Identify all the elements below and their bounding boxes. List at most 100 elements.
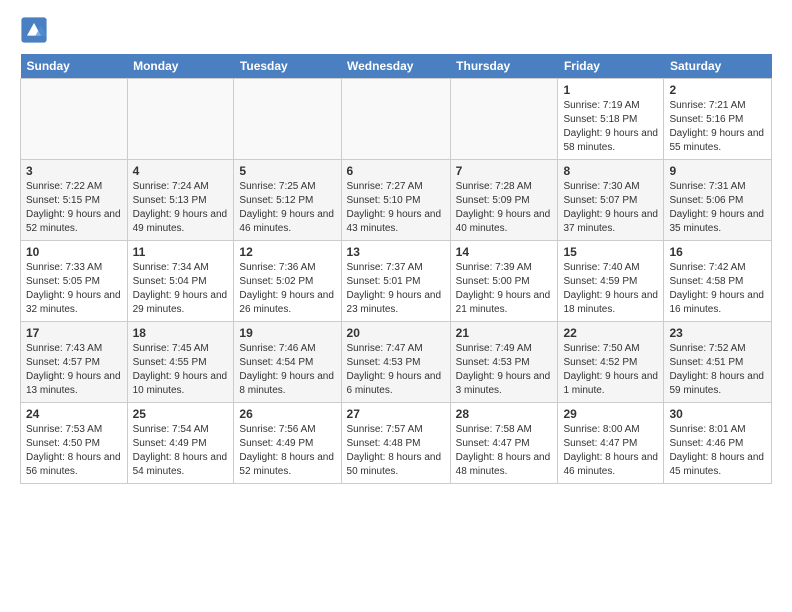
day-number: 7 [456,164,553,178]
calendar-day-cell [341,79,450,160]
day-info: Sunrise: 7:39 AM Sunset: 5:00 PM Dayligh… [456,261,553,317]
calendar-day-cell: 2 Sunrise: 7:21 AM Sunset: 5:16 PM Daylig… [664,79,772,160]
day-number: 13 [347,245,445,259]
day-number: 24 [26,407,122,421]
weekday-header-row: SundayMondayTuesdayWednesdayThursdayFrid… [21,54,772,79]
weekday-header: Thursday [450,54,558,79]
day-number: 26 [239,407,335,421]
day-info: Sunrise: 7:49 AM Sunset: 4:53 PM Dayligh… [456,342,553,398]
calendar-week-row: 3 Sunrise: 7:22 AM Sunset: 5:15 PM Daylig… [21,160,772,241]
calendar-day-cell: 12 Sunrise: 7:36 AM Sunset: 5:02 PM Dayli… [234,241,341,322]
day-info: Sunrise: 7:33 AM Sunset: 5:05 PM Dayligh… [26,261,122,317]
day-info: Sunrise: 7:21 AM Sunset: 5:16 PM Dayligh… [669,99,766,155]
day-info: Sunrise: 7:34 AM Sunset: 5:04 PM Dayligh… [133,261,229,317]
logo-icon [20,16,48,44]
calendar-day-cell [21,79,128,160]
day-info: Sunrise: 7:19 AM Sunset: 5:18 PM Dayligh… [563,99,658,155]
day-info: Sunrise: 7:58 AM Sunset: 4:47 PM Dayligh… [456,423,553,479]
day-info: Sunrise: 7:46 AM Sunset: 4:54 PM Dayligh… [239,342,335,398]
day-info: Sunrise: 7:54 AM Sunset: 4:49 PM Dayligh… [133,423,229,479]
calendar-day-cell: 4 Sunrise: 7:24 AM Sunset: 5:13 PM Daylig… [127,160,234,241]
logo [20,16,52,44]
calendar-day-cell: 7Sunrise: 7:28 AM Sunset: 5:09 PM Daylig… [450,160,558,241]
day-info: Sunrise: 7:57 AM Sunset: 4:48 PM Dayligh… [347,423,445,479]
calendar-day-cell: 5 Sunrise: 7:25 AM Sunset: 5:12 PM Daylig… [234,160,341,241]
calendar-day-cell: 11 Sunrise: 7:34 AM Sunset: 5:04 PM Dayli… [127,241,234,322]
calendar-week-row: 17 Sunrise: 7:43 AM Sunset: 4:57 PM Dayli… [21,322,772,403]
calendar-week-row: 24Sunrise: 7:53 AM Sunset: 4:50 PM Dayli… [21,403,772,484]
day-info: Sunrise: 7:31 AM Sunset: 5:06 PM Dayligh… [669,180,766,236]
day-number: 29 [563,407,658,421]
calendar-day-cell: 26 Sunrise: 7:56 AM Sunset: 4:49 PM Dayli… [234,403,341,484]
calendar-day-cell: 24Sunrise: 7:53 AM Sunset: 4:50 PM Dayli… [21,403,128,484]
calendar-day-cell: 16 Sunrise: 7:42 AM Sunset: 4:58 PM Dayli… [664,241,772,322]
calendar-week-row: 10 Sunrise: 7:33 AM Sunset: 5:05 PM Dayli… [21,241,772,322]
calendar-day-cell: 1 Sunrise: 7:19 AM Sunset: 5:18 PM Daylig… [558,79,664,160]
day-number: 4 [133,164,229,178]
calendar-day-cell: 8 Sunrise: 7:30 AM Sunset: 5:07 PM Daylig… [558,160,664,241]
calendar-day-cell: 27 Sunrise: 7:57 AM Sunset: 4:48 PM Dayli… [341,403,450,484]
day-info: Sunrise: 7:27 AM Sunset: 5:10 PM Dayligh… [347,180,445,236]
day-info: Sunrise: 7:36 AM Sunset: 5:02 PM Dayligh… [239,261,335,317]
day-info: Sunrise: 7:45 AM Sunset: 4:55 PM Dayligh… [133,342,229,398]
day-number: 3 [26,164,122,178]
day-info: Sunrise: 7:37 AM Sunset: 5:01 PM Dayligh… [347,261,445,317]
day-info: Sunrise: 8:00 AM Sunset: 4:47 PM Dayligh… [563,423,658,479]
day-number: 27 [347,407,445,421]
calendar-day-cell: 19 Sunrise: 7:46 AM Sunset: 4:54 PM Dayli… [234,322,341,403]
day-info: Sunrise: 8:01 AM Sunset: 4:46 PM Dayligh… [669,423,766,479]
calendar-day-cell: 20 Sunrise: 7:47 AM Sunset: 4:53 PM Dayli… [341,322,450,403]
day-number: 5 [239,164,335,178]
calendar-day-cell: 21 Sunrise: 7:49 AM Sunset: 4:53 PM Dayli… [450,322,558,403]
day-info: Sunrise: 7:43 AM Sunset: 4:57 PM Dayligh… [26,342,122,398]
weekday-header: Monday [127,54,234,79]
day-info: Sunrise: 7:24 AM Sunset: 5:13 PM Dayligh… [133,180,229,236]
calendar-day-cell: 15Sunrise: 7:40 AM Sunset: 4:59 PM Dayli… [558,241,664,322]
day-info: Sunrise: 7:22 AM Sunset: 5:15 PM Dayligh… [26,180,122,236]
day-number: 11 [133,245,229,259]
calendar-day-cell: 10 Sunrise: 7:33 AM Sunset: 5:05 PM Dayli… [21,241,128,322]
calendar-day-cell [234,79,341,160]
day-info: Sunrise: 7:42 AM Sunset: 4:58 PM Dayligh… [669,261,766,317]
calendar-week-row: 1 Sunrise: 7:19 AM Sunset: 5:18 PM Daylig… [21,79,772,160]
day-info: Sunrise: 7:47 AM Sunset: 4:53 PM Dayligh… [347,342,445,398]
day-number: 21 [456,326,553,340]
day-number: 8 [563,164,658,178]
calendar-day-cell: 13 Sunrise: 7:37 AM Sunset: 5:01 PM Dayli… [341,241,450,322]
page: SundayMondayTuesdayWednesdayThursdayFrid… [0,0,792,494]
day-number: 2 [669,83,766,97]
day-number: 22 [563,326,658,340]
calendar-day-cell: 9 Sunrise: 7:31 AM Sunset: 5:06 PM Daylig… [664,160,772,241]
calendar-day-cell: 14 Sunrise: 7:39 AM Sunset: 5:00 PM Dayli… [450,241,558,322]
day-number: 25 [133,407,229,421]
day-number: 17 [26,326,122,340]
day-number: 28 [456,407,553,421]
day-info: Sunrise: 7:25 AM Sunset: 5:12 PM Dayligh… [239,180,335,236]
weekday-header: Sunday [21,54,128,79]
day-number: 20 [347,326,445,340]
calendar-day-cell: 30 Sunrise: 8:01 AM Sunset: 4:46 PM Dayli… [664,403,772,484]
day-number: 12 [239,245,335,259]
day-info: Sunrise: 7:50 AM Sunset: 4:52 PM Dayligh… [563,342,658,398]
day-number: 30 [669,407,766,421]
day-info: Sunrise: 7:56 AM Sunset: 4:49 PM Dayligh… [239,423,335,479]
header [20,16,772,44]
day-info: Sunrise: 7:30 AM Sunset: 5:07 PM Dayligh… [563,180,658,236]
calendar-day-cell: 6 Sunrise: 7:27 AM Sunset: 5:10 PM Daylig… [341,160,450,241]
day-number: 19 [239,326,335,340]
day-number: 18 [133,326,229,340]
day-number: 1 [563,83,658,97]
day-info: Sunrise: 7:52 AM Sunset: 4:51 PM Dayligh… [669,342,766,398]
calendar-day-cell: 3 Sunrise: 7:22 AM Sunset: 5:15 PM Daylig… [21,160,128,241]
calendar-day-cell [127,79,234,160]
calendar-day-cell: 25 Sunrise: 7:54 AM Sunset: 4:49 PM Dayli… [127,403,234,484]
day-number: 23 [669,326,766,340]
day-number: 9 [669,164,766,178]
day-number: 10 [26,245,122,259]
calendar-day-cell: 22 Sunrise: 7:50 AM Sunset: 4:52 PM Dayli… [558,322,664,403]
day-number: 16 [669,245,766,259]
day-number: 14 [456,245,553,259]
day-number: 6 [347,164,445,178]
calendar-table: SundayMondayTuesdayWednesdayThursdayFrid… [20,54,772,484]
calendar-day-cell [450,79,558,160]
